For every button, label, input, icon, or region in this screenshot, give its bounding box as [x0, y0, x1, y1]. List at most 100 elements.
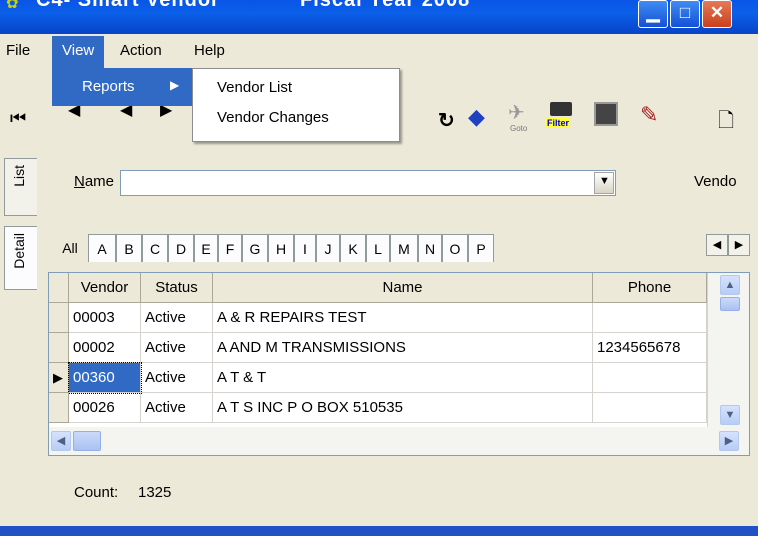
menu-reports[interactable]: Reports — [82, 78, 135, 95]
name-label-rest: ame — [84, 173, 115, 190]
row-indicator[interactable]: ▶ — [49, 363, 69, 393]
column-header-name[interactable]: Name — [213, 273, 593, 303]
horizontal-scroll-thumb[interactable] — [73, 431, 101, 451]
menu-file[interactable]: File — [6, 40, 30, 62]
row-header-corner — [49, 273, 69, 303]
edit-tag-icon[interactable]: ◆ — [468, 104, 485, 130]
column-header-vendor[interactable]: Vendor — [69, 273, 141, 303]
app-icon: ✿ — [6, 0, 19, 12]
alpha-tab-all[interactable]: All — [52, 234, 88, 262]
submenu-arrow-icon: ▶ — [170, 78, 180, 92]
alpha-tab-j[interactable]: J — [316, 234, 340, 262]
alpha-tab-e[interactable]: E — [194, 234, 218, 262]
name-dropdown-button[interactable]: ▼ — [594, 172, 614, 194]
alpha-tab-k[interactable]: K — [340, 234, 366, 262]
scroll-left-button[interactable]: ◀ — [51, 431, 71, 451]
menu-vendor-list[interactable]: Vendor List — [217, 79, 292, 96]
alpha-tab-l[interactable]: L — [366, 234, 390, 262]
new-document-icon[interactable]: 🗋 — [718, 106, 734, 140]
close-button[interactable]: ✕ — [702, 0, 732, 28]
alpha-tab-c[interactable]: C — [142, 234, 168, 262]
cell-status[interactable]: Active — [141, 393, 213, 423]
alpha-tab-g[interactable]: G — [242, 234, 268, 262]
name-combobox[interactable] — [120, 170, 616, 196]
column-header-status[interactable]: Status — [141, 273, 213, 303]
horizontal-scrollbar[interactable]: ◀ ▶ — [49, 427, 749, 455]
menu-view[interactable]: View — [62, 40, 94, 62]
cell-status[interactable]: Active — [141, 333, 213, 363]
name-label: Name — [74, 173, 115, 190]
chevron-left-icon: ◀ — [56, 435, 66, 447]
alpha-tab-a[interactable]: A — [88, 234, 116, 262]
cell-name[interactable]: A & R REPAIRS TEST — [213, 303, 593, 333]
row-indicator[interactable] — [49, 393, 69, 423]
cell-name[interactable]: A T & T — [213, 363, 593, 393]
close-icon: ✕ — [709, 3, 725, 22]
maximize-button[interactable]: □ — [670, 0, 700, 28]
minimize-button[interactable]: ▁ — [638, 0, 668, 28]
count-value: 1325 — [138, 484, 172, 501]
alpha-tab-m[interactable]: M — [390, 234, 418, 262]
chevron-down-icon: ▼ — [599, 175, 610, 187]
cell-phone[interactable]: 1234565678 — [593, 333, 707, 363]
tab-list-label: List — [11, 165, 27, 187]
vendor-grid[interactable]: Vendor Status Name Phone 00003 Active A & … — [48, 272, 750, 456]
filter-button[interactable]: Filter — [546, 102, 576, 134]
window-bottom-border — [0, 526, 758, 536]
tab-detail[interactable]: Detail — [4, 226, 37, 290]
cell-phone[interactable] — [593, 393, 707, 423]
goto-label: Goto — [510, 124, 528, 133]
current-row-arrow-icon: ▶ — [53, 370, 63, 385]
minimize-icon: ▁ — [646, 3, 660, 22]
alpha-tab-i[interactable]: I — [294, 234, 316, 262]
scroll-up-button[interactable]: ▲ — [720, 275, 740, 295]
alpha-tab-h[interactable]: H — [268, 234, 294, 262]
menu-bar — [0, 34, 758, 68]
vendor-label: Vendo — [694, 173, 737, 190]
cell-phone[interactable] — [593, 363, 707, 393]
chevron-right-icon: ▶ — [734, 239, 744, 251]
alpha-tab-p[interactable]: P — [468, 234, 494, 262]
chevron-right-icon: ▶ — [724, 435, 734, 447]
scroll-right-button[interactable]: ▶ — [719, 431, 739, 451]
vertical-scrollbar[interactable]: ▲ ▼ — [707, 273, 749, 427]
alpha-tab-d[interactable]: D — [168, 234, 194, 262]
cell-vendor[interactable]: 00026 — [69, 393, 141, 423]
cell-phone[interactable] — [593, 303, 707, 333]
reports-submenu: Vendor List Vendor Changes — [192, 68, 400, 142]
row-indicator[interactable] — [49, 333, 69, 363]
vertical-scroll-thumb[interactable] — [720, 297, 740, 311]
alpha-tab-b[interactable]: B — [116, 234, 142, 262]
count-label: Count: — [74, 484, 119, 501]
calculator-icon[interactable] — [594, 102, 618, 126]
alpha-tab-o[interactable]: O — [442, 234, 468, 262]
tab-scroll-right-button[interactable]: ▶ — [728, 234, 750, 256]
tab-scroll-left-button[interactable]: ◀ — [706, 234, 728, 256]
filter-label: Filter — [546, 118, 571, 128]
cell-name[interactable]: A T S INC P O BOX 510535 — [213, 393, 593, 423]
alpha-tab-n[interactable]: N — [418, 234, 442, 262]
chevron-down-icon: ▼ — [724, 409, 736, 421]
cell-name[interactable]: A AND M TRANSMISSIONS — [213, 333, 593, 363]
row-indicator[interactable] — [49, 303, 69, 333]
maximize-icon: □ — [679, 3, 691, 22]
cell-vendor[interactable]: 00003 — [69, 303, 141, 333]
goto-icon: ✈ — [508, 102, 525, 124]
cell-vendor[interactable]: 00002 — [69, 333, 141, 363]
cell-vendor[interactable]: 00360 — [68, 362, 142, 394]
view-dropdown-menu: Reports ▶ — [52, 68, 192, 106]
goto-button[interactable]: ✈ Goto — [506, 100, 536, 136]
tab-list[interactable]: List — [4, 158, 37, 216]
first-record-icon[interactable]: ⏮ — [10, 108, 26, 129]
menu-help[interactable]: Help — [194, 40, 225, 62]
column-header-phone[interactable]: Phone — [593, 273, 707, 303]
menu-action[interactable]: Action — [120, 40, 162, 62]
menu-vendor-changes[interactable]: Vendor Changes — [217, 109, 329, 126]
refresh-icon[interactable]: ↻ — [438, 108, 455, 133]
cell-status[interactable]: Active — [141, 303, 213, 333]
clear-icon[interactable]: ✎ — [640, 102, 658, 128]
scroll-down-button[interactable]: ▼ — [720, 405, 740, 425]
filter-icon — [550, 102, 572, 116]
alpha-tab-f[interactable]: F — [218, 234, 242, 262]
cell-status[interactable]: Active — [141, 363, 213, 393]
